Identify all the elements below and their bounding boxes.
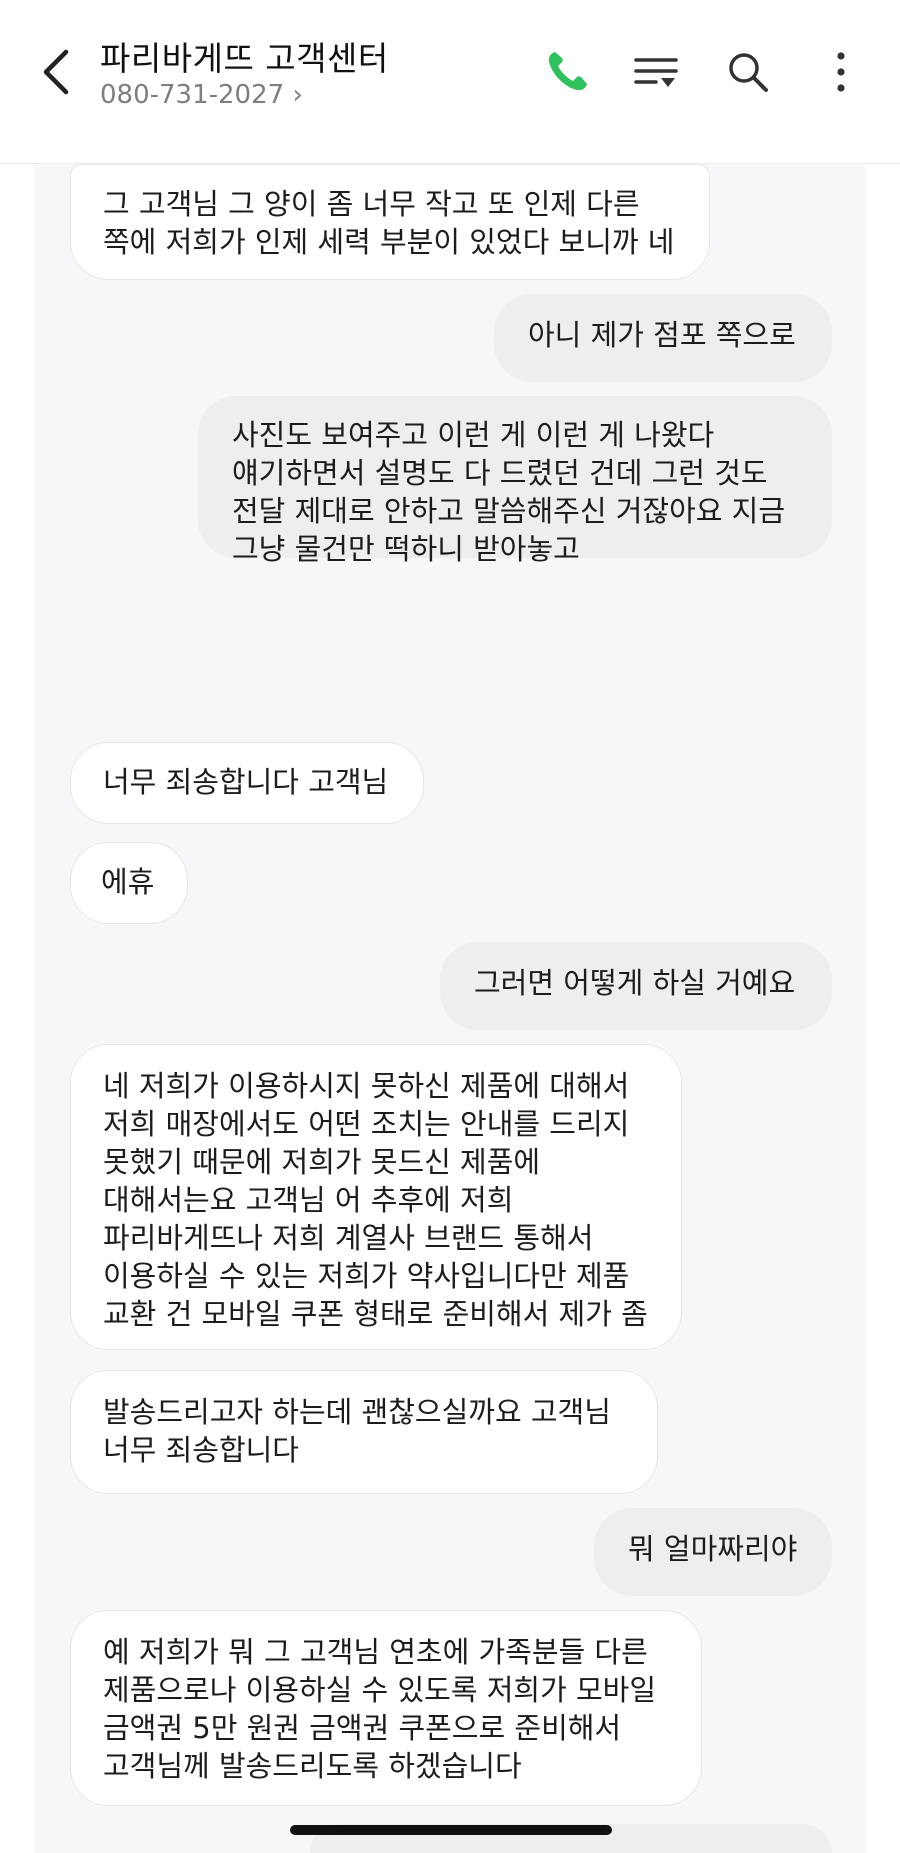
message-incoming: 발송드리고자 하는데 괜찮으실까요 고객님 너무 죄송합니다 <box>70 1370 658 1494</box>
app-header: 파리바게뜨 고객센터 080-731-2027 › <box>0 0 900 164</box>
more-vertical-icon[interactable] <box>815 46 867 98</box>
phone-icon[interactable] <box>541 46 593 98</box>
home-indicator[interactable] <box>290 1825 612 1835</box>
message-incoming: 네 저희가 이용하시지 못하신 제품에 대해서 저희 매장에서도 어떤 조치는 … <box>70 1044 682 1350</box>
chat-area[interactable]: 그 고객님 그 양이 좀 너무 작고 또 인제 다른 쪽에 저희가 인제 세력 … <box>0 164 900 1853</box>
message-outgoing: 아니 제가 점포 쪽으로 <box>494 294 832 382</box>
message-incoming: 예 저희가 뭐 그 고객님 연초에 가족분들 다른 제품으로나 이용하실 수 있… <box>70 1610 702 1806</box>
message-outgoing: 그러면 어떻게 하실 거예요 <box>440 942 832 1030</box>
message-incoming: 너무 죄송합니다 고객님 <box>70 742 424 824</box>
filter-list-icon[interactable] <box>630 46 682 98</box>
message-incoming: 에휴 <box>70 842 188 924</box>
chat-title[interactable]: 파리바게뜨 고객센터 <box>100 32 389 80</box>
chevron-left-icon[interactable] <box>36 42 76 102</box>
message-outgoing: 뭐 얼마짜리야 <box>594 1508 832 1596</box>
search-icon[interactable] <box>722 46 774 98</box>
phone-number-link[interactable]: 080-731-2027 › <box>100 80 303 110</box>
message-outgoing: 사진도 보여주고 이런 게 이런 게 나왔다 얘기하면서 설명도 다 드렸던 건… <box>198 396 832 566</box>
message-incoming: 그 고객님 그 양이 좀 너무 작고 또 인제 다른 쪽에 저희가 인제 세력 … <box>70 164 710 280</box>
